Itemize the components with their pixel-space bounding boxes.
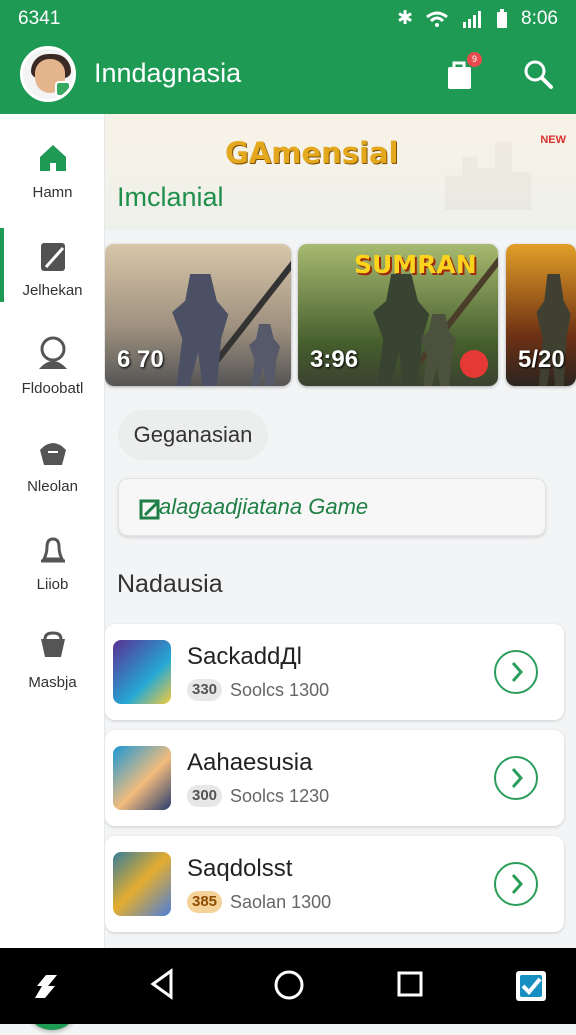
status-bar: 6341 ✱ 8:06 [0,0,576,36]
home-icon [39,145,66,171]
app-title: Inndagnasia [94,58,242,88]
sidebar-item-nleolan[interactable]: Nleolan [0,434,105,524]
score-badge: 330 [187,679,223,701]
pen-icon [40,243,65,271]
sidebar-item-jelhekan[interactable]: Jelhekan [0,238,105,328]
open-game-button[interactable] [494,756,538,800]
search-icon [524,60,553,89]
card-label: 5/20 [518,346,565,373]
open-game-button[interactable] [494,862,538,906]
game-thumbnail [113,852,171,916]
home-nav-icon[interactable] [272,968,306,1002]
hero-section-title: Imclanial [117,182,224,212]
game-meta: 330 Soolcs 1300 [187,679,329,701]
bluetooth-icon: ✱ [397,8,414,29]
game-meta: 300 Soolcs 1230 [187,785,329,807]
game-thumbnail [113,746,171,810]
battery-icon [497,8,508,28]
brand-mark: NEW [540,134,566,146]
sidebar-item-fldoobatl[interactable]: Fldoobatl [0,336,105,426]
game-detail: Soolcs 1230 [230,785,330,806]
warrior-graphic [172,274,229,386]
warrior-graphic [249,324,281,386]
chevron-right-icon [511,768,524,788]
main-content: GAmensial NEW Imclanial 6 70 SUMRAN 3:96… [105,114,576,948]
game-name: SackaddДl [187,643,302,670]
game-name: Aahaesusia [187,749,313,776]
hero-banner[interactable]: GAmensial NEW Imclanial [105,114,576,230]
cart-icon [40,631,65,657]
app-switch-icon[interactable] [28,968,64,1004]
search-button[interactable] [520,56,556,92]
card-label: 6 70 [117,346,164,373]
wifi-icon [426,11,448,27]
notification-count-badge: 9 [467,52,482,67]
signal-icon [463,10,482,28]
list-title: Nadausia [117,570,223,598]
avatar[interactable] [20,46,76,102]
score-badge: 300 [187,785,223,807]
back-icon[interactable] [147,967,177,1001]
category-chip[interactable]: Geganasian [118,410,268,460]
featured-game-link[interactable]: alagaadjiatana Game [118,478,546,536]
game-title-art: SUMRAN [354,250,477,279]
featured-game-cards: 6 70 SUMRAN 3:96 5/20 [105,244,576,389]
status-icons: ✱ 8:06 [397,7,558,30]
list-item[interactable]: Aahaesusia 300 Soolcs 1230 [105,730,564,826]
castle-silhouette [445,141,532,210]
person-icon [38,336,67,369]
system-navigation-bar [0,948,576,1024]
score-badge: 385 [187,891,223,913]
sidebar-item-label: Masbja [28,674,77,691]
bell-icon [40,537,65,563]
sidebar-item-label: Liiob [36,576,69,593]
list-item[interactable]: SackaddДl 330 Soolcs 1300 [105,624,564,720]
sidebar-item-label: Hamn [32,184,73,201]
sidebar-item-masbja[interactable]: Masbja [0,630,105,720]
notification-button[interactable]: 9 [444,52,482,92]
status-time: 6341 [18,8,61,29]
list-item[interactable]: Saqdolsst 385 Saolan 1300 [105,836,564,932]
game-card[interactable]: 6 70 [105,244,291,386]
game-meta: 385 Saolan 1300 [187,891,331,913]
sidebar-item-label: Jelhekan [22,282,83,299]
status-clock: 8:06 [521,7,558,29]
game-name: Saqdolsst [187,855,293,882]
game-logo: GAmensial [225,136,399,170]
sidebar-nav: Hamn Jelhekan Fldoobatl Nleolan Liiob Ma… [0,114,105,1030]
game-detail: Saolan 1300 [230,891,332,912]
game-card[interactable]: SUMRAN 3:96 [298,244,498,386]
avatar-status-badge [55,81,71,97]
app-bar: Inndagnasia 9 [0,36,576,114]
game-detail: Soolcs 1300 [230,679,330,700]
chevron-right-icon [511,874,524,894]
sidebar-item-home[interactable]: Hamn [0,140,105,230]
play-icon [460,350,488,378]
open-game-button[interactable] [494,650,538,694]
featured-game-label: alagaadjiatana Game [159,494,369,519]
sidebar-item-label: Fldoobatl [21,380,84,397]
card-label: 3:96 [310,346,359,373]
check-icon[interactable] [513,968,549,1004]
sidebar-item-label: Nleolan [27,478,78,495]
recent-apps-icon[interactable] [396,970,424,998]
chevron-right-icon [511,662,524,682]
game-thumbnail [113,640,171,704]
sidebar-item-liiob[interactable]: Liiob [0,532,105,622]
edit-icon [139,499,160,520]
game-card[interactable]: 5/20 [506,244,576,386]
mask-icon [39,443,66,465]
